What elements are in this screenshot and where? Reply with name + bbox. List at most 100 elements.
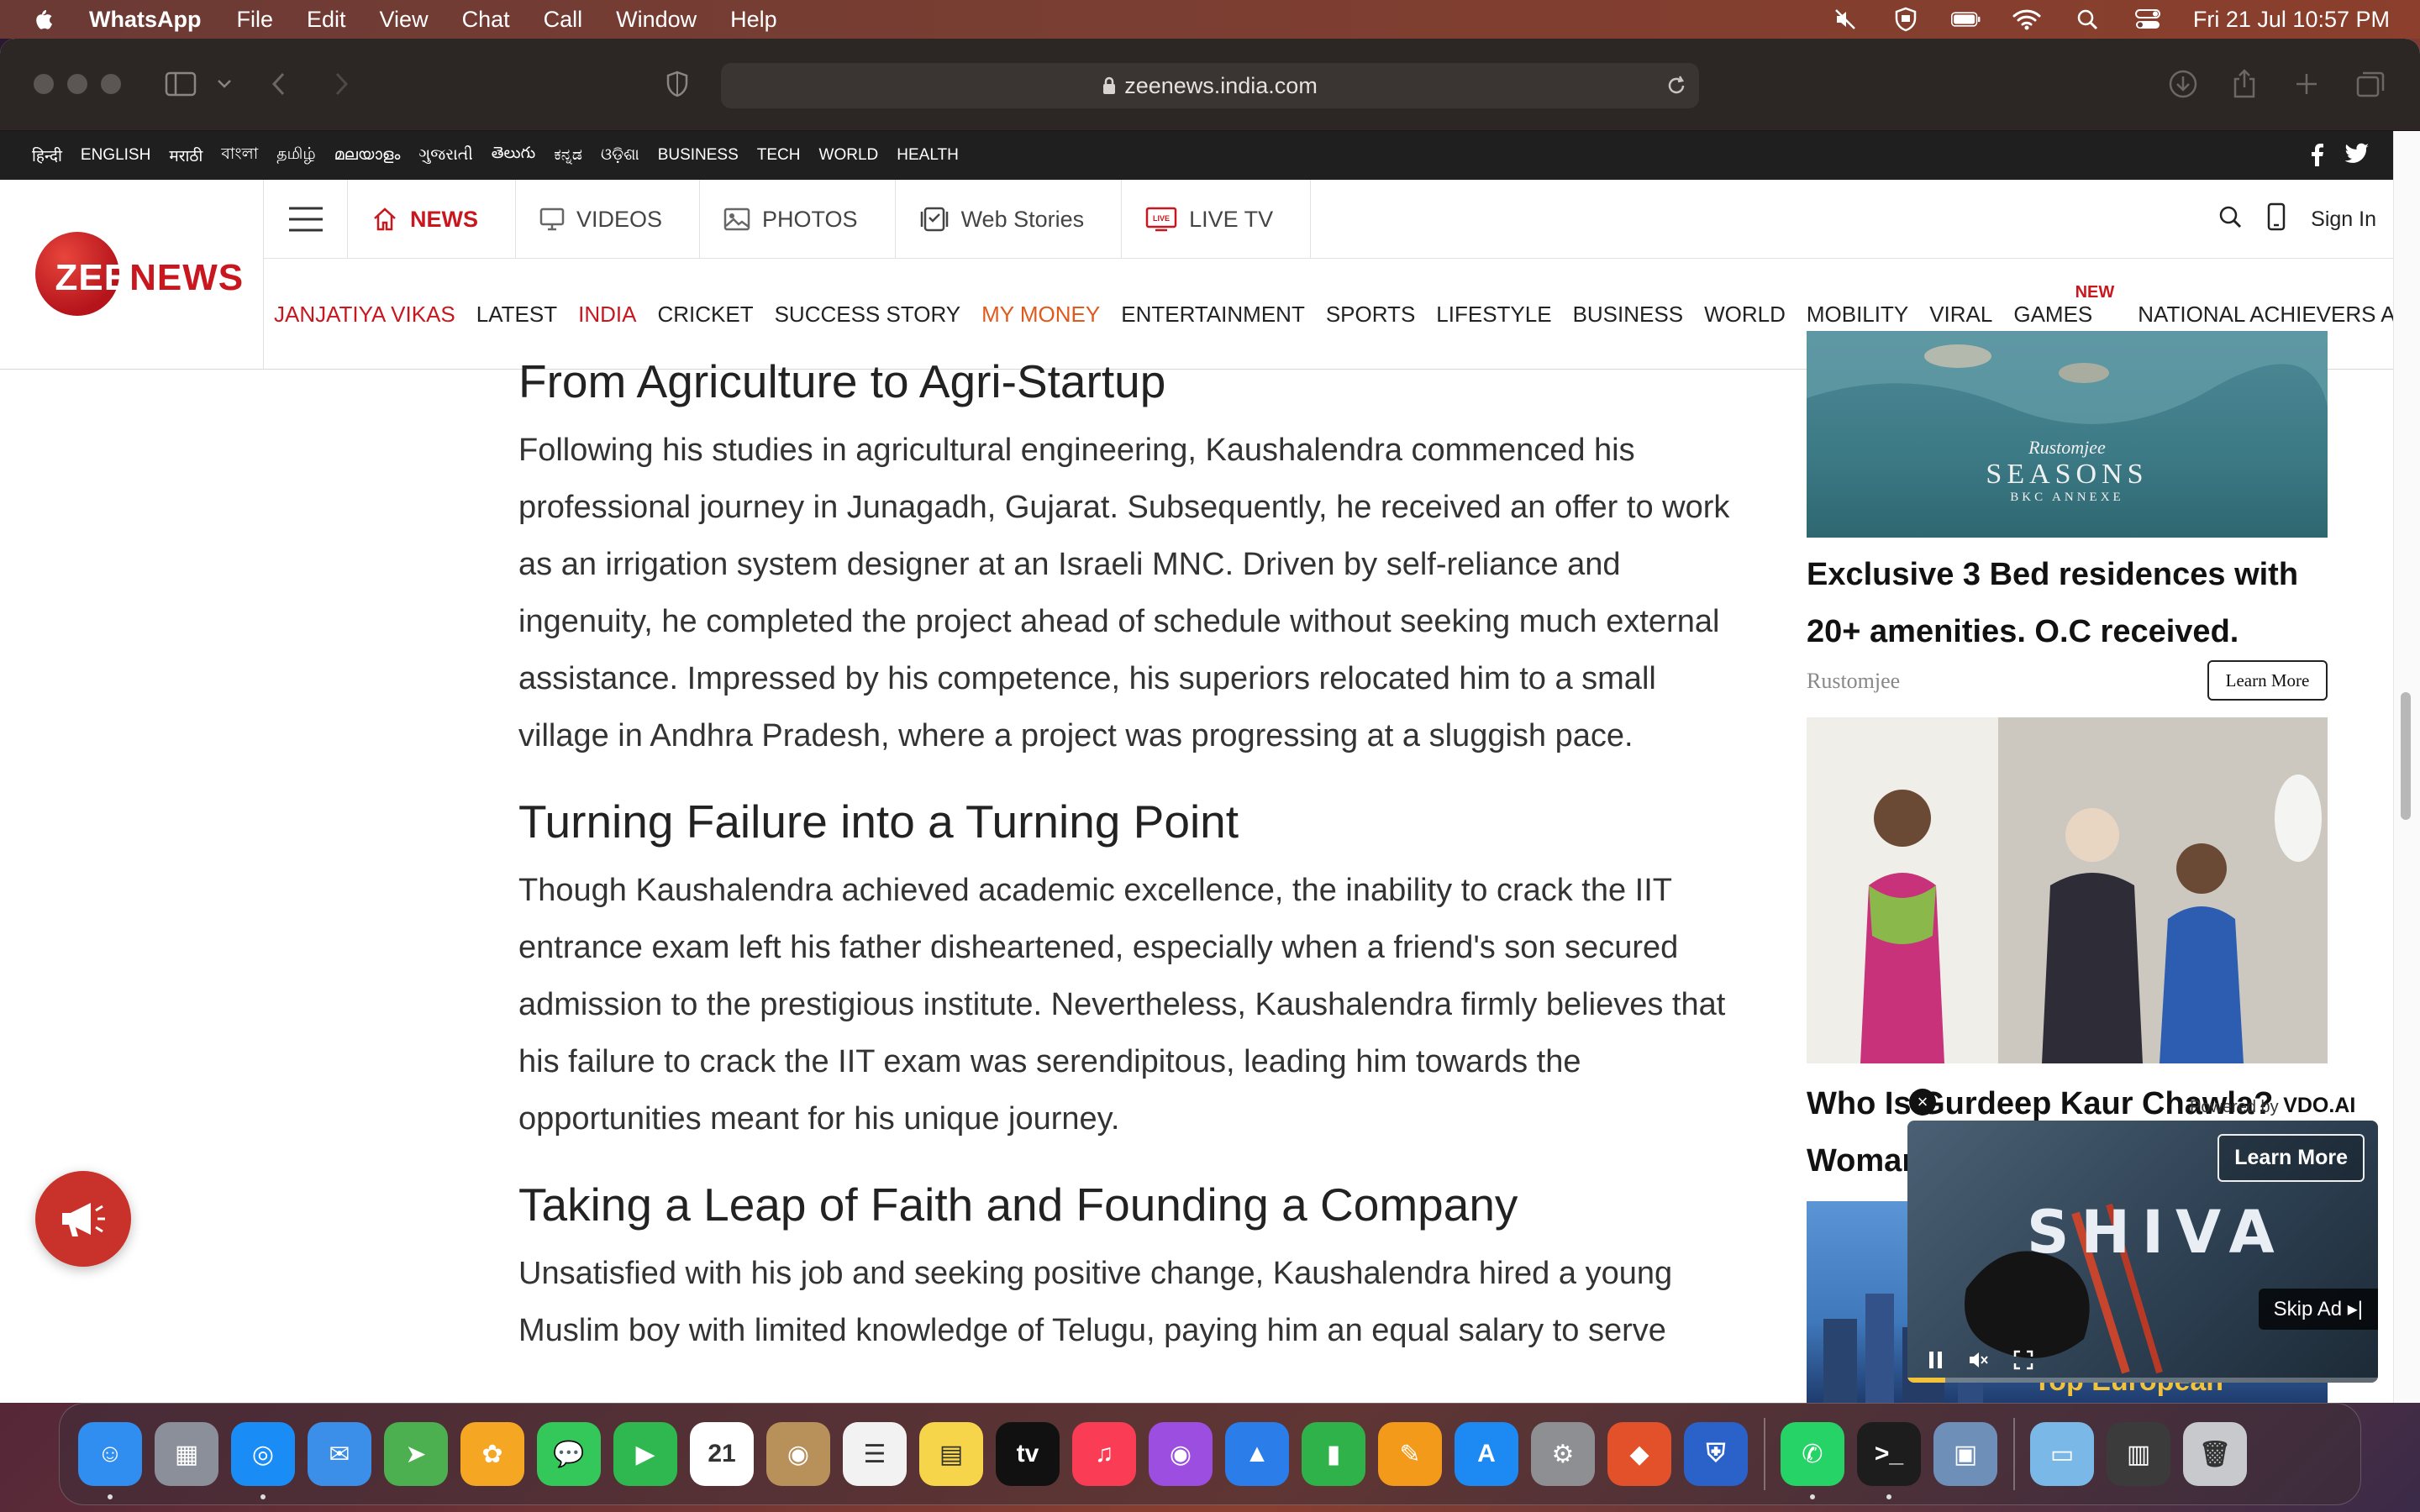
dock-safari-icon[interactable]: ◎ xyxy=(231,1422,295,1499)
lang-bangla[interactable]: বাংলা xyxy=(221,142,258,169)
dock-anydesk-icon[interactable]: ◆ xyxy=(1607,1422,1671,1486)
dock-pages-icon[interactable]: ✎ xyxy=(1378,1422,1442,1486)
downloads-icon[interactable] xyxy=(2168,67,2198,101)
sign-in-link[interactable]: Sign In xyxy=(2311,207,2376,232)
share-icon[interactable] xyxy=(2232,67,2257,101)
search-icon[interactable] xyxy=(2218,205,2242,234)
menu-chat[interactable]: Chat xyxy=(462,7,510,33)
battery-icon[interactable] xyxy=(1950,7,1981,32)
cat-janjatiya-vikas[interactable]: JANJATIYA VIKAS xyxy=(274,302,455,328)
dock-calendar-icon[interactable]: 21 xyxy=(690,1422,754,1486)
dock-terminal-icon[interactable]: >_ xyxy=(1857,1422,1921,1499)
cat-world[interactable]: WORLD xyxy=(1704,302,1786,328)
vdo-ai-logo[interactable]: VDO.AI xyxy=(2283,1094,2355,1117)
lang-gujarati[interactable]: ગુજરાતી xyxy=(418,146,472,165)
spotlight-search-icon[interactable] xyxy=(2072,7,2102,32)
lang-tamil[interactable]: தமிழ் xyxy=(276,145,315,165)
lang-telugu[interactable]: తెలుగు xyxy=(492,144,535,166)
menu-edit[interactable]: Edit xyxy=(307,7,346,33)
minimize-window-button[interactable] xyxy=(67,74,87,94)
dock-screens-icon[interactable]: ▥ xyxy=(2107,1422,2170,1486)
dock-preview-icon[interactable]: ▣ xyxy=(1933,1422,1997,1486)
tab-videos[interactable]: VIDEOS xyxy=(516,180,701,259)
dock-numbers-icon[interactable]: ▮ xyxy=(1302,1422,1365,1486)
privacy-shield-icon[interactable] xyxy=(666,67,689,101)
fullscreen-icon[interactable] xyxy=(2013,1350,2033,1374)
scrollbar-thumb[interactable] xyxy=(2401,692,2411,820)
tab-overview-icon[interactable] xyxy=(2356,67,2385,101)
dock-whatsapp-icon[interactable]: ✆ xyxy=(1781,1422,1844,1499)
dock-downloads-icon[interactable]: ▭ xyxy=(2030,1422,2094,1486)
cat-entertainment[interactable]: ENTERTAINMENT xyxy=(1121,302,1305,328)
close-ad-icon[interactable]: × xyxy=(1909,1089,1936,1116)
dock-reminders-icon[interactable]: ☰ xyxy=(843,1422,907,1486)
dock-keynote-icon[interactable]: ▲ xyxy=(1225,1422,1289,1486)
cat-sports[interactable]: SPORTS xyxy=(1326,302,1415,328)
facebook-icon[interactable] xyxy=(2311,143,2324,171)
dock-app-store-icon[interactable]: A xyxy=(1455,1422,1518,1486)
lang-hindi[interactable]: हिन्दी xyxy=(32,144,62,166)
dock-trash-icon[interactable]: 🗑 xyxy=(2183,1422,2247,1486)
video-ad-player[interactable]: Learn More SHIVA Skip Ad ▸| xyxy=(1907,1121,2378,1383)
lang-marathi[interactable]: मराठी xyxy=(169,144,203,166)
dock-finder-icon[interactable]: ☺ xyxy=(78,1422,142,1499)
twitter-icon[interactable] xyxy=(2344,143,2370,171)
cat-mobility[interactable]: MOBILITY xyxy=(1807,302,1908,328)
vpn-shield-icon[interactable] xyxy=(1891,7,1921,32)
tab-news[interactable]: NEWS xyxy=(348,180,516,259)
back-arrow-icon[interactable] xyxy=(271,67,287,101)
dock-maps-icon[interactable]: ➤ xyxy=(384,1422,448,1486)
pause-icon[interactable] xyxy=(1928,1350,1944,1374)
dock-vpn-icon[interactable]: ⛨ xyxy=(1684,1422,1748,1486)
tab-live-tv[interactable]: LIVE LIVE TV xyxy=(1122,180,1312,259)
dock-messages-icon[interactable]: 💬 xyxy=(537,1422,601,1486)
menubar-clock[interactable]: Fri 21 Jul 10:57 PM xyxy=(2193,7,2390,33)
lang-world[interactable]: WORLD xyxy=(819,146,879,165)
video-progress-bar[interactable] xyxy=(1907,1378,2378,1383)
cat-national-achievers-award[interactable]: NATIONAL ACHIEVERS AWARD xyxy=(2138,302,2420,328)
dock-tv-icon[interactable]: tv xyxy=(996,1422,1060,1486)
cat-success-story[interactable]: SUCCESS STORY xyxy=(775,302,961,328)
new-tab-plus-icon[interactable] xyxy=(2294,67,2319,101)
dock-launchpad-icon[interactable]: ▦ xyxy=(155,1422,218,1486)
apple-menu-icon[interactable] xyxy=(30,5,59,34)
control-center-icon[interactable] xyxy=(2133,7,2163,32)
lang-kannada[interactable]: ಕನ್ನಡ xyxy=(554,146,582,165)
hamburger-menu-icon[interactable] xyxy=(264,180,348,259)
menu-view[interactable]: View xyxy=(380,7,429,33)
lang-tech[interactable]: TECH xyxy=(757,146,801,165)
lang-malayalam[interactable]: മലയാളം xyxy=(334,146,401,165)
wifi-icon[interactable] xyxy=(2012,7,2042,32)
menu-call[interactable]: Call xyxy=(544,7,583,33)
forward-arrow-icon[interactable] xyxy=(333,67,350,101)
cat-lifestyle[interactable]: LIFESTYLE xyxy=(1436,302,1551,328)
cat-cricket[interactable]: CRICKET xyxy=(657,302,753,328)
cat-viral[interactable]: VIRAL xyxy=(1929,302,1992,328)
video-learn-more-button[interactable]: Learn More xyxy=(2217,1134,2365,1182)
mobile-app-icon[interactable] xyxy=(2267,202,2286,237)
skip-ad-button[interactable]: Skip Ad ▸| xyxy=(2258,1289,2378,1330)
mute-video-icon[interactable] xyxy=(1968,1350,1990,1374)
tab-group-chevron-down-icon[interactable] xyxy=(217,67,232,101)
dock-facetime-icon[interactable]: ▶ xyxy=(613,1422,677,1486)
cat-games[interactable]: GAMES NEW xyxy=(2013,283,2114,328)
dock-system-preferences-icon[interactable]: ⚙ xyxy=(1531,1422,1595,1486)
ad-learn-more-button[interactable]: Learn More xyxy=(2207,660,2328,701)
menu-window[interactable]: Window xyxy=(616,7,697,33)
menu-file[interactable]: File xyxy=(236,7,273,33)
dock-contacts-icon[interactable]: ◉ xyxy=(766,1422,830,1486)
sponsored-photo[interactable] xyxy=(1807,717,2328,1063)
lang-business[interactable]: BUSINESS xyxy=(658,146,739,165)
cat-latest[interactable]: LATEST xyxy=(476,302,557,328)
zoom-window-button[interactable] xyxy=(101,74,121,94)
dock-music-icon[interactable]: ♫ xyxy=(1072,1422,1136,1486)
cat-india[interactable]: INDIA xyxy=(578,302,636,328)
reload-icon[interactable] xyxy=(1665,74,1687,103)
tab-web-stories[interactable]: Web Stories xyxy=(896,180,1123,259)
menu-help[interactable]: Help xyxy=(730,7,777,33)
tab-photos[interactable]: PHOTOS xyxy=(700,180,896,259)
address-bar[interactable]: zeenews.india.com xyxy=(721,63,1699,108)
lang-odisha[interactable]: ଓଡ଼ିଶା xyxy=(601,146,639,165)
cat-business[interactable]: BUSINESS xyxy=(1573,302,1684,328)
cat-my-money[interactable]: MY MONEY xyxy=(981,302,1100,328)
